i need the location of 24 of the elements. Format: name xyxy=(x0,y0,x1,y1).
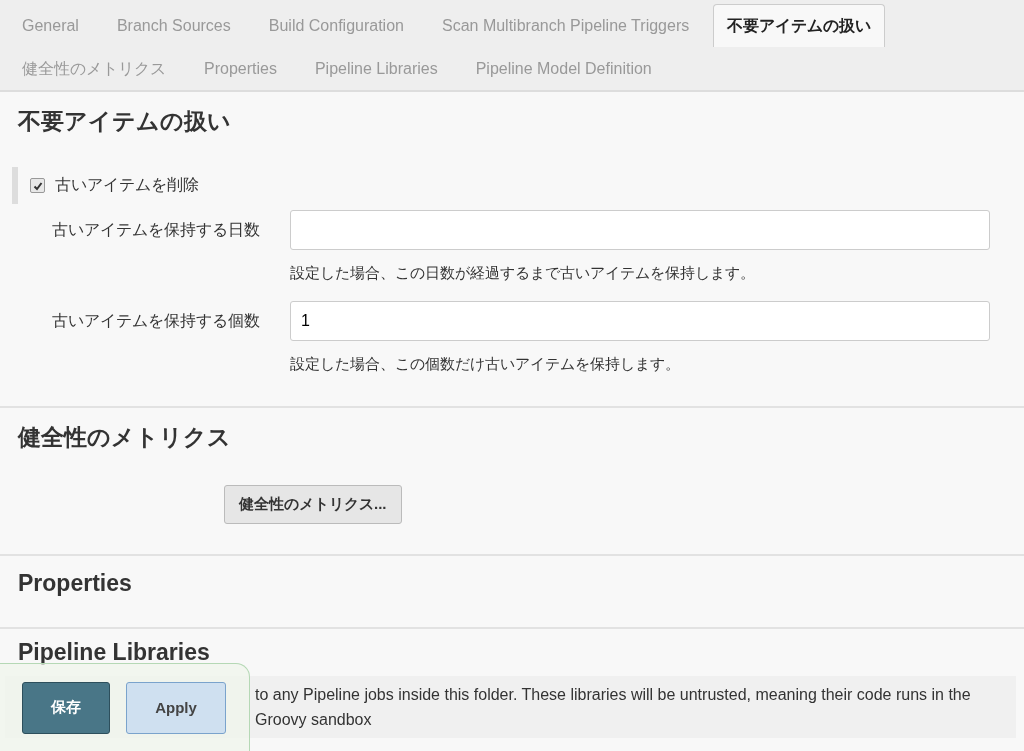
metrics-button[interactable]: 健全性のメトリクス... xyxy=(224,485,402,524)
tab[interactable]: 不要アイテムの扱い xyxy=(713,4,886,47)
apply-button[interactable]: Apply xyxy=(126,681,226,734)
save-button[interactable]: 保存 xyxy=(22,681,110,734)
section-title: Properties xyxy=(18,569,133,598)
help-text: 設定した場合、この個数だけ古いアイテムを保持します。 xyxy=(290,354,681,374)
field-label: 古いアイテムを保持する日数 xyxy=(52,219,261,240)
tab[interactable]: Pipeline Model Definition xyxy=(461,47,666,90)
tab[interactable]: Pipeline Libraries xyxy=(300,47,452,90)
tab[interactable]: Scan Multibranch Pipeline Triggers xyxy=(427,4,704,47)
field-label: 古いアイテムを保持する個数 xyxy=(52,310,261,331)
help-text: 設定した場合、この日数が経過するまで古いアイテムを保持します。 xyxy=(290,263,756,283)
tab[interactable]: Properties xyxy=(190,47,291,90)
section-title: 健全性のメトリクス xyxy=(18,423,232,452)
checkbox-label: 古いアイテムを削除 xyxy=(55,175,199,195)
section-title: Pipeline Libraries xyxy=(18,638,211,666)
tab[interactable]: Branch Sources xyxy=(102,4,245,47)
section-title: 不要アイテムの扱い xyxy=(18,107,232,136)
tab[interactable]: 健全性のメトリクス xyxy=(8,47,180,90)
input-field[interactable] xyxy=(290,210,990,250)
input-field[interactable]: 1 xyxy=(290,301,990,341)
checkbox[interactable] xyxy=(30,178,45,193)
tab[interactable]: Build Configuration xyxy=(254,4,418,47)
tab[interactable]: General xyxy=(8,4,93,47)
